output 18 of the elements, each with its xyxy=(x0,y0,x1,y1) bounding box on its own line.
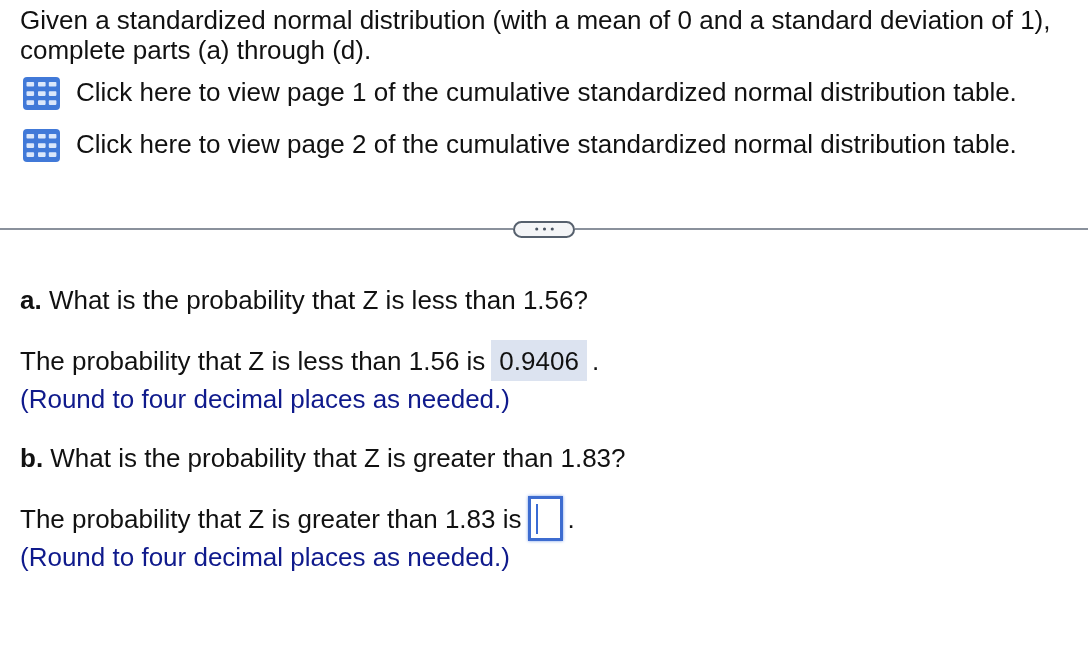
answer-field[interactable] xyxy=(527,496,563,541)
text-cursor xyxy=(535,503,538,534)
answer-sentence: The probability that Z is greater than 1.83 is xyxy=(20,503,522,534)
answer-sentence: The probability that Z is less than 1.56 is xyxy=(20,345,486,376)
table-link[interactable]: Click here to view page 2 of the cumulative standardized normal distribution table. xyxy=(20,127,1017,160)
table-link[interactable]: Click here to view page 1 of the cumulative standardized normal distribution table. xyxy=(20,75,1017,108)
period-text: . xyxy=(567,503,575,534)
rounding-hint: (Round to four decimal places as needed.) xyxy=(20,384,511,414)
rounding-hint: (Round to four decimal places as needed.) xyxy=(20,542,511,572)
table-icon xyxy=(23,129,60,162)
question-text: b. What is the probability that Z is greater than 1.83? xyxy=(20,443,627,473)
ellipsis-icon xyxy=(534,227,554,231)
question-text: a. What is the probability that Z is less than 1.56? xyxy=(20,285,589,315)
answer-field[interactable]: 0.9406 xyxy=(491,340,587,381)
problem-statement: Given a standardized normal distribution (with a mean of 0 and a standard deviation of 1), complete parts (a) through (d). xyxy=(20,5,1052,65)
period-text: . xyxy=(591,345,600,376)
table-icon xyxy=(23,77,60,110)
more-button[interactable] xyxy=(513,220,575,238)
